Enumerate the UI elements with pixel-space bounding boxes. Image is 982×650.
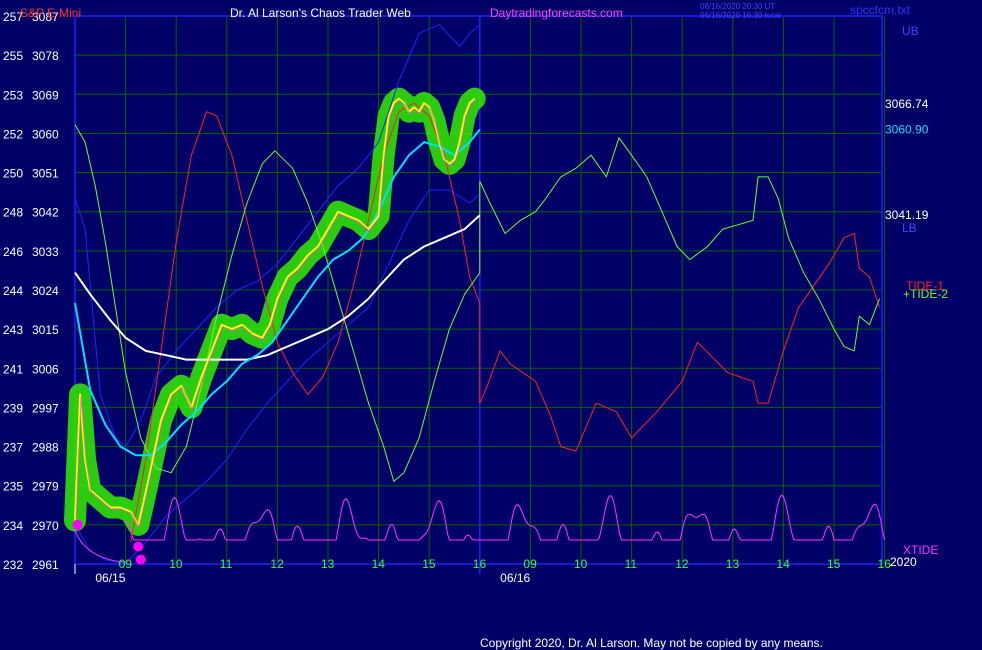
left-tick-label: 253 — [3, 88, 23, 102]
price-tick-label: 3042 — [32, 206, 59, 220]
chart-title: Dr. Al Larson's Chaos Trader Web — [230, 6, 411, 20]
date-label: 06/15 — [95, 571, 125, 585]
hour-tick-label: 10 — [169, 557, 183, 571]
left-tick-label: 248 — [3, 206, 23, 220]
price-tick-label: 2997 — [32, 401, 59, 415]
left-tick-label: 250 — [3, 167, 23, 181]
price-tick-label: 3069 — [32, 88, 59, 102]
hour-tick-label: 13 — [321, 557, 335, 571]
price-tick-label: 3060 — [32, 127, 59, 141]
hour-tick-label: 13 — [726, 557, 740, 571]
price-tick-label: 2988 — [32, 441, 59, 455]
hour-tick-label: 11 — [625, 557, 638, 571]
left-tick-label: 244 — [3, 284, 23, 298]
hour-tick-label: 10 — [574, 557, 588, 571]
site-label: Daytradingforecasts.com — [490, 6, 623, 20]
marker-dot — [135, 554, 146, 565]
year-label: 2020 — [890, 555, 917, 569]
series-xtide — [125, 494, 886, 541]
price-tick-label: 3078 — [32, 49, 59, 63]
price-tick-label: 2961 — [32, 558, 59, 572]
hour-tick-label: 16 — [473, 557, 487, 571]
right-value-label: 3060.90 — [885, 123, 929, 137]
legend-tide2: +TIDE-2 — [903, 287, 948, 301]
chart-canvas: 232 2961 234 2970 235 2979 237 2988 239 2997 241 30… — [3, 2, 948, 650]
price-tick-label: 2970 — [32, 519, 59, 533]
left-tick-label: 234 — [3, 519, 23, 533]
timestamp-ut: 06/16/2020 20:30 UT — [700, 2, 775, 11]
series-xtide-start — [74, 529, 126, 563]
left-tick-label: 252 — [3, 127, 23, 141]
hour-tick-label: 12 — [675, 557, 689, 571]
left-tick-label: 239 — [3, 401, 23, 415]
ub-label: UB — [902, 24, 919, 38]
hour-tick-label: 09 — [523, 557, 537, 571]
price-tick-label: 3024 — [32, 284, 59, 298]
series-layer — [64, 24, 880, 565]
price-tick-label: 3033 — [32, 245, 59, 259]
left-tick-label: 237 — [3, 441, 23, 455]
file-name: spccfcm.txt — [850, 3, 911, 17]
left-tick-label: 241 — [3, 362, 23, 376]
left-tick-label: 235 — [3, 480, 23, 494]
copyright-notice: Copyright 2020, Dr. Al Larson. May not b… — [480, 636, 823, 650]
price-tick-label: 2979 — [32, 480, 59, 494]
series-tide2 — [74, 124, 880, 482]
hour-tick-label: 14 — [776, 557, 790, 571]
symbol-label: S&P E-Mini — [20, 6, 81, 20]
hour-tick-label: 09 — [119, 557, 133, 571]
hour-tick-label: 12 — [270, 557, 284, 571]
price-tick-label: 3015 — [32, 323, 59, 337]
hour-tick-label: 11 — [220, 557, 233, 571]
hour-tick-label: 15 — [422, 557, 436, 571]
hour-tick-label: 14 — [372, 557, 386, 571]
marker-dot — [133, 541, 144, 552]
timestamp-local: 06/16/2020 16:30 local — [700, 11, 781, 20]
date-label: 06/16 — [500, 571, 530, 585]
price-tick-label: 3051 — [32, 167, 59, 181]
lb-label: LB — [902, 221, 917, 235]
right-value-label: 3066.74 — [885, 97, 929, 111]
marker-dot — [72, 519, 83, 530]
left-tick-label: 246 — [3, 245, 23, 259]
left-tick-label: 232 — [3, 558, 23, 572]
hour-tick-label: 15 — [827, 557, 841, 571]
left-tick-label: 243 — [3, 323, 23, 337]
price-tick-label: 3006 — [32, 362, 59, 376]
left-tick-label: 255 — [3, 49, 23, 63]
